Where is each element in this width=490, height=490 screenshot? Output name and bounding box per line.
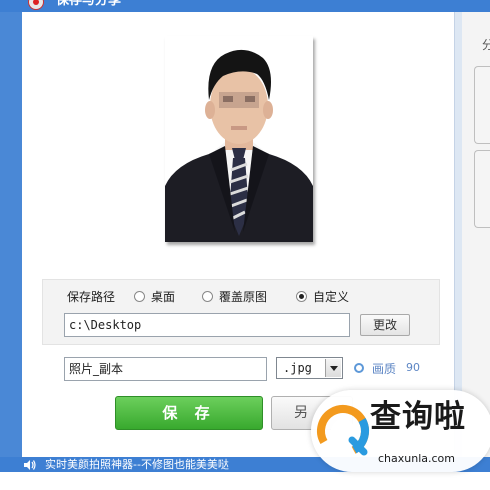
share-panel-label: 分 — [482, 38, 490, 52]
file-format-select[interactable]: .jpg — [276, 357, 343, 379]
file-format-value: .jpg — [283, 361, 312, 375]
chevron-down-icon[interactable] — [325, 359, 341, 377]
portrait-image — [165, 36, 313, 242]
save-path-input[interactable]: c:\Desktop — [64, 313, 350, 337]
radio-button-icon[interactable] — [202, 291, 213, 302]
bottom-strip — [0, 472, 490, 490]
radio-button-icon[interactable] — [134, 291, 145, 302]
status-message[interactable]: 实时美颜拍照神器--不修图也能美美哒 — [45, 458, 229, 471]
window-title: 保存与分享 — [56, 0, 122, 8]
app-logo-icon — [28, 0, 44, 10]
radio-custom-label: 自定义 — [313, 290, 350, 304]
radio-overwrite-original[interactable]: 覆盖原图 — [202, 288, 267, 305]
window-left-frame — [0, 12, 22, 457]
title-bar: 保存与分享 — [0, 0, 490, 12]
watermark-logo-icon — [317, 405, 369, 457]
save-path-label: 保存路径 — [67, 290, 116, 304]
speaker-icon — [24, 460, 36, 470]
radio-overwrite-label: 覆盖原图 — [219, 290, 268, 304]
file-name-input[interactable]: 照片_副本 — [64, 357, 267, 381]
radio-desktop[interactable]: 桌面 — [134, 288, 175, 305]
radio-desktop-label: 桌面 — [151, 290, 176, 304]
save-button[interactable]: 保 存 — [115, 396, 263, 430]
radio-custom[interactable]: 自定义 — [296, 288, 349, 305]
watermark-chinese-text: 查询啦 — [370, 399, 466, 435]
quality-link[interactable]: 画质 — [372, 360, 396, 377]
change-path-button[interactable]: 更改 — [360, 314, 410, 336]
share-option-button[interactable] — [474, 66, 490, 144]
share-option-button[interactable] — [474, 150, 490, 228]
radio-button-selected-icon[interactable] — [296, 291, 307, 302]
watermark-url-text: chaxunla.com — [378, 452, 455, 465]
gear-icon[interactable] — [354, 363, 364, 373]
quality-value: 90 — [406, 361, 420, 374]
photo-preview — [165, 36, 313, 242]
